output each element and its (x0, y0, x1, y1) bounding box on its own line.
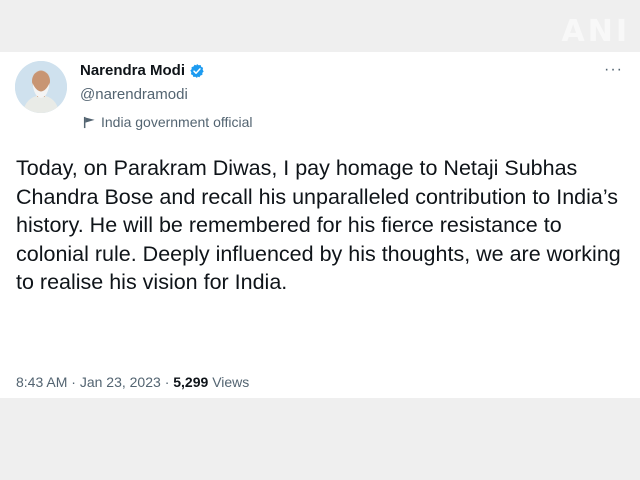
tweet-meta: 8:43 AM · Jan 23, 2023 · 5,299 Views (16, 374, 249, 390)
meta-separator: · (71, 374, 76, 390)
affiliation-label-row: India government official (83, 114, 253, 130)
tweet-time[interactable]: 8:43 AM (16, 374, 67, 390)
author-name-row: Narendra Modi (80, 62, 205, 79)
views-label: Views (212, 374, 250, 390)
bottom-background (0, 398, 640, 480)
tweet-text: Today, on Parakram Diwas, I pay homage t… (16, 156, 621, 294)
views-count: 5,299 (173, 374, 209, 390)
author-handle[interactable]: @narendramodi (80, 86, 188, 103)
affiliation-label: India government official (101, 114, 253, 130)
tweet-card: Narendra Modi @narendramodi India govern… (0, 52, 640, 398)
author-name[interactable]: Narendra Modi (80, 62, 185, 79)
avatar[interactable] (15, 61, 67, 113)
flag-icon (83, 116, 95, 128)
more-options-icon[interactable]: ··· (604, 61, 623, 79)
tweet-date[interactable]: Jan 23, 2023 (80, 374, 161, 390)
meta-separator: · (164, 374, 170, 390)
agency-watermark: ANI (561, 14, 630, 49)
top-background: ANI (0, 0, 640, 52)
verified-badge-icon (190, 63, 204, 78)
